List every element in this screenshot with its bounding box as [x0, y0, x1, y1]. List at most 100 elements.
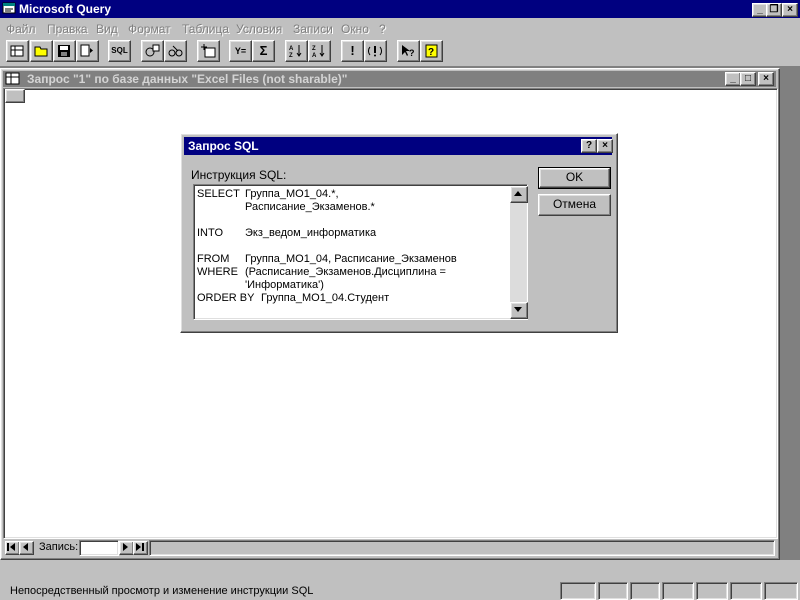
first-record-icon	[7, 543, 15, 551]
dialog-help-button[interactable]: ?	[581, 139, 597, 153]
open-folder-icon	[34, 46, 48, 57]
query-minimize-button[interactable]: _	[725, 72, 741, 86]
minimize-icon: _	[730, 73, 736, 84]
criteria-equals-button[interactable]: Y=	[229, 40, 252, 62]
help-button[interactable]: ?	[420, 40, 443, 62]
scroll-down-button[interactable]	[510, 302, 528, 319]
horizontal-scrollbar-area[interactable]	[149, 540, 775, 556]
svg-text:?: ?	[409, 48, 415, 58]
restore-icon: ❐	[769, 4, 779, 15]
menu-table[interactable]: Таблица	[182, 22, 229, 36]
totals-button[interactable]: Σ	[252, 40, 275, 62]
menu-edit[interactable]: Правка	[47, 22, 88, 36]
query-maximize-button[interactable]: □	[740, 72, 756, 86]
menu-help[interactable]: ?	[379, 22, 386, 36]
status-bar: Непосредственный просмотр и изменение ин…	[0, 580, 800, 600]
status-pane	[630, 582, 660, 600]
sql-keyword: SELECT	[197, 188, 240, 200]
sort-ascending-button[interactable]: AZ	[285, 40, 308, 62]
status-pane	[662, 582, 694, 600]
app-titlebar: Microsoft Query _ ❐ ×	[0, 0, 800, 18]
grid-select-all-cell[interactable]	[5, 89, 25, 103]
menu-criteria[interactable]: Условия	[236, 22, 282, 36]
save-query-button[interactable]	[53, 40, 76, 62]
help-pointer-button[interactable]: ?	[397, 40, 420, 62]
next-record-button[interactable]	[119, 541, 134, 555]
first-record-button[interactable]	[5, 541, 20, 555]
sql-line: SELECT Группа_МО1_04.*,	[197, 188, 509, 201]
sort-descending-button[interactable]: ZA	[308, 40, 331, 62]
sql-keyword: INTO	[197, 227, 224, 239]
previous-record-icon	[23, 543, 28, 551]
scroll-down-icon	[514, 307, 522, 312]
sql-dialog-titlebar[interactable]: Запрос SQL ? ×	[184, 137, 613, 155]
sql-vertical-scrollbar[interactable]	[510, 186, 528, 319]
toolbar: SQL Y= Σ AZ ZA ! ? ?	[0, 38, 800, 64]
maximize-icon: □	[744, 73, 752, 84]
sql-line: 'Информатика')	[197, 279, 509, 292]
dialog-close-button[interactable]: ×	[597, 139, 613, 153]
sql-line: INTO Экз_ведом_информатика	[197, 227, 509, 240]
sql-line: Расписание_Экзаменов.*	[197, 201, 509, 214]
scroll-up-button[interactable]	[510, 186, 528, 203]
record-number-input[interactable]	[79, 540, 119, 556]
previous-record-button[interactable]	[19, 541, 34, 555]
last-record-button[interactable]	[133, 541, 148, 555]
svg-text:A: A	[289, 46, 294, 52]
show-criteria-button[interactable]	[164, 40, 187, 62]
sql-statement-textarea[interactable]: SELECT Группа_МО1_04.*, Расписание_Экзаме…	[193, 184, 528, 320]
next-record-icon	[123, 543, 128, 551]
help-book-icon: ?	[425, 44, 438, 58]
menu-window[interactable]: Окно	[341, 22, 369, 36]
add-tables-button[interactable]	[197, 40, 220, 62]
svg-text:?: ?	[428, 47, 434, 58]
sigma-icon: Σ	[259, 43, 268, 58]
query-close-button[interactable]: ×	[758, 72, 774, 86]
sql-dialog-title: Запрос SQL	[188, 139, 259, 153]
return-data-button[interactable]	[76, 40, 99, 62]
sql-argument: Расписание_Экзаменов.*	[245, 201, 375, 213]
last-record-icon	[136, 543, 144, 551]
close-icon: ×	[602, 140, 608, 151]
query-now-button[interactable]: !	[341, 40, 364, 62]
status-pane	[764, 582, 798, 600]
menu-file[interactable]: Файл	[6, 22, 36, 36]
sql-argument: Группа_МО1_04, Расписание_Экзаменов	[245, 253, 457, 265]
sql-argument: 'Информатика')	[245, 279, 324, 291]
status-pane	[560, 582, 596, 600]
record-label: Запись:	[39, 541, 79, 553]
svg-text:A: A	[312, 53, 317, 58]
menu-bar: Файл Правка Вид Формат Таблица Условия З…	[0, 19, 800, 37]
ok-button[interactable]: OK	[538, 167, 611, 189]
return-data-icon	[80, 44, 93, 57]
app-title: Microsoft Query	[19, 2, 112, 16]
auto-query-button[interactable]	[364, 40, 387, 62]
query-window-icon	[5, 72, 20, 85]
sql-keyword: ORDER BY	[197, 292, 255, 304]
restore-button[interactable]: ❐	[766, 3, 782, 17]
menu-view[interactable]: Вид	[96, 22, 118, 36]
cancel-button-label: Отмена	[552, 197, 597, 211]
status-text: Непосредственный просмотр и изменение ин…	[10, 585, 314, 597]
sql-keyword: WHERE	[197, 266, 238, 278]
close-button[interactable]: ×	[782, 3, 798, 17]
view-sql-button[interactable]: SQL	[108, 40, 131, 62]
sql-text: SELECT Группа_МО1_04.*, Расписание_Экзаме…	[197, 188, 509, 305]
show-tables-button[interactable]	[141, 40, 164, 62]
ok-button-label: OK	[565, 170, 584, 184]
sql-label: SQL	[111, 46, 128, 55]
cancel-button[interactable]: Отмена	[538, 194, 611, 216]
sql-keyword: FROM	[197, 253, 230, 265]
query-window-titlebar[interactable]: Запрос "1" по базе данных "Excel Files (…	[3, 71, 776, 87]
sql-line	[197, 240, 509, 253]
open-query-button[interactable]	[30, 40, 53, 62]
new-query-button[interactable]	[6, 40, 29, 62]
menu-records[interactable]: Записи	[293, 22, 333, 36]
menu-format[interactable]: Формат	[128, 22, 171, 36]
save-icon	[58, 45, 70, 57]
sql-argument: Экз_ведом_информатика	[245, 227, 377, 239]
record-navigator: Запись:	[3, 539, 776, 557]
query-window-title: Запрос "1" по базе данных "Excel Files (…	[27, 72, 348, 86]
help-pointer-icon: ?	[402, 45, 415, 58]
svg-text:Z: Z	[289, 53, 293, 58]
